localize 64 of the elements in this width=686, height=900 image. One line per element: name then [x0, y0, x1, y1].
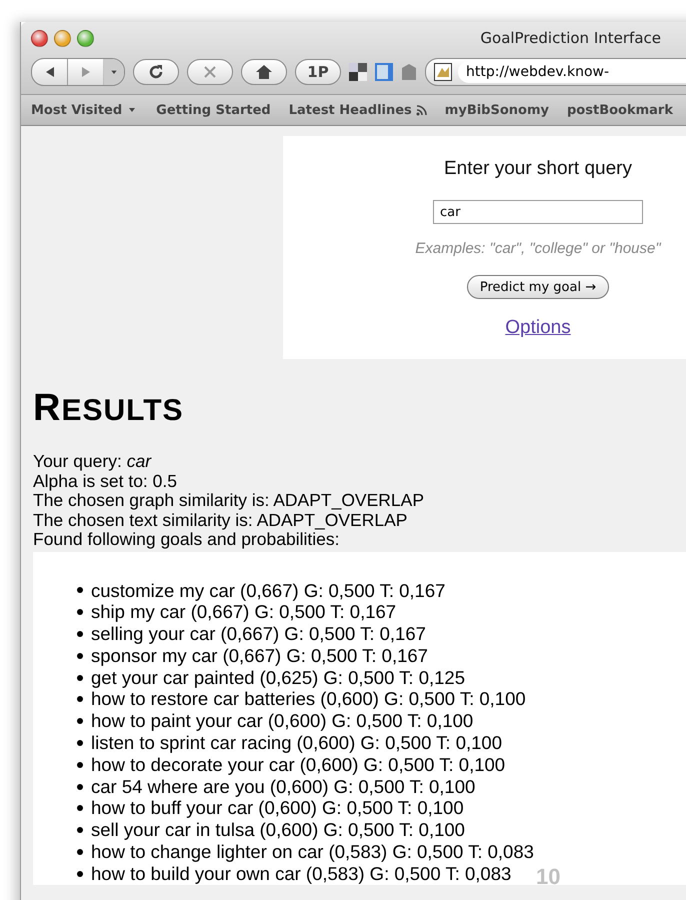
forward-arrow-icon [80, 66, 92, 78]
home-button[interactable] [241, 59, 287, 85]
result-info-line: The chosen graph similarity is: ADAPT_OVERLAP [33, 491, 425, 510]
bookmark-link[interactable]: Getting Started [156, 102, 271, 118]
bullet-icon [77, 696, 83, 702]
goal-item: selling your car (0,667) G: 0,500 T: 0,167 [91, 623, 426, 645]
goal-item: sponsor my car (0,667) G: 0,500 T: 0,167 [91, 644, 428, 667]
bullet-icon [77, 784, 83, 790]
toolbar-button[interactable]: 1P [295, 59, 341, 85]
back-arrow-icon [44, 66, 56, 78]
page-number: 10 [536, 864, 560, 890]
query-field[interactable]: car [433, 200, 643, 224]
feed-icon [416, 104, 427, 116]
address-bar[interactable]: http://webdev.know- [425, 58, 686, 86]
reload-button[interactable] [133, 59, 179, 85]
home-icon [256, 65, 272, 79]
bullet-icon [77, 848, 83, 855]
bullet-icon [77, 587, 83, 594]
goal-item: ship my car (0,667) G: 0,500 T: 0,167 [91, 601, 396, 624]
bullet-icon [77, 805, 83, 812]
bullet-icon [77, 674, 83, 681]
goal-item: how to change lighter on car (0,583) G: 0,500 T: 0,083 [91, 841, 534, 863]
bookmark-link[interactable]: postBookmark [567, 102, 673, 118]
bullet-icon [77, 652, 83, 659]
bag-icon[interactable] [401, 63, 417, 81]
window-icon[interactable] [375, 63, 393, 81]
goal-item: listen to sprint car racing (0,600) G: 0,500 T: 0,100 [91, 732, 502, 754]
checker-icon[interactable] [349, 63, 367, 81]
result-info-line: Alpha is set to: 0.5 [33, 472, 178, 491]
bookmark-link[interactable]: myBibSonomy [444, 102, 549, 118]
goal-item: how to decorate your car (0,600) G: 0,500 T: 0,100 [91, 754, 506, 776]
bullet-icon [77, 609, 83, 616]
bullet-icon [77, 740, 83, 746]
history-dropdown[interactable] [104, 59, 124, 85]
zoom-button[interactable] [77, 30, 94, 46]
goal-item: sell your car in tulsa (0,600) G: 0,500 T: 0,100 [91, 819, 465, 842]
close-button[interactable] [31, 30, 48, 46]
window-title: GoalPrediction Interface [480, 29, 661, 47]
goal-item: car 54 where are you (0,600) G: 0,500 T: 0,100 [91, 776, 476, 798]
stop-button[interactable] [187, 59, 233, 85]
result-info-line: The chosen text similarity is: ADAPT_OVERLAP [33, 510, 408, 530]
goal-item: how to buff your car (0,600) G: 0,500 T: 0,100 [91, 797, 464, 820]
results-heading: RESULTS [33, 387, 185, 430]
bullet-icon [77, 870, 83, 877]
bullet-icon [77, 762, 83, 768]
goal-item: customize my car (0,667) G: 0,500 T: 0,167 [91, 580, 446, 602]
examples-hint: Examples: "car", "college" or "house" [415, 240, 661, 257]
bullet-icon [77, 827, 83, 834]
url-text: http://webdev.know- [458, 61, 686, 83]
goal-item: how to restore car batteries (0,600) G: 0,500 T: 0,100 [91, 688, 526, 710]
bullet-icon [77, 630, 83, 637]
close-icon [203, 65, 217, 79]
result-info-line: Found following goals and probabilities: [33, 530, 340, 550]
goal-item: how to build your own car (0,583) G: 0,500 T: 0,083 [91, 862, 512, 885]
goal-item: get your car painted (0,625) G: 0,500 T: 0,125 [91, 666, 466, 688]
goal-item: how to paint your car (0,600) G: 0,500 T: 0,100 [91, 710, 474, 732]
options-link[interactable]: Options [505, 317, 571, 339]
result-info-line: Your query: car [33, 452, 152, 472]
site-icon [434, 63, 452, 81]
bullet-icon [77, 718, 83, 724]
reload-icon [148, 64, 164, 80]
query-heading: Enter your short query [444, 158, 632, 180]
minimize-button[interactable] [54, 30, 71, 46]
predict-button[interactable]: Predict my goal → [466, 275, 610, 299]
